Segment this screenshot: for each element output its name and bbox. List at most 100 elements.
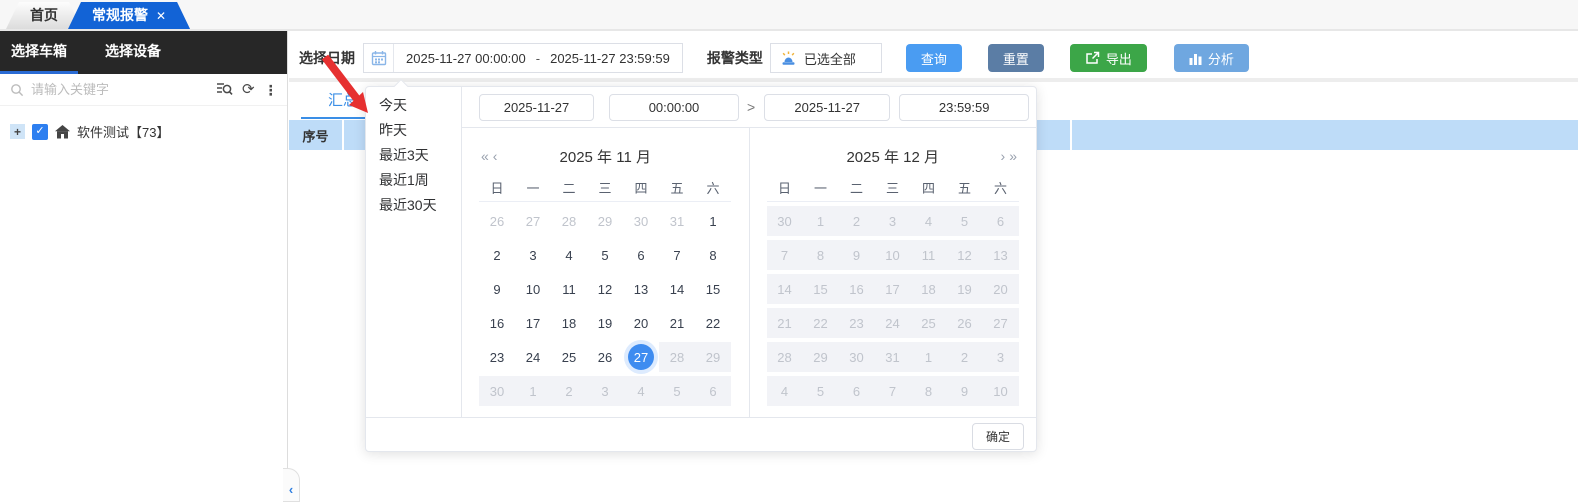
tree-node[interactable]: + ✓ 软件测试【73】 xyxy=(10,122,287,141)
analyze-button[interactable]: 分析 xyxy=(1174,44,1249,72)
end-date-input[interactable] xyxy=(764,94,890,121)
day-cell[interactable]: 26 xyxy=(587,340,623,374)
day-cell[interactable]: 27 xyxy=(623,340,659,374)
day-cell: 6 xyxy=(695,374,731,408)
day-cell: 9 xyxy=(839,238,875,272)
reset-button[interactable]: 重置 xyxy=(988,44,1044,72)
quick-option[interactable]: 昨天 xyxy=(366,118,461,143)
column-header-index: 序号 xyxy=(289,120,342,150)
day-cell[interactable]: 21 xyxy=(659,306,695,340)
day-cell[interactable]: 20 xyxy=(623,306,659,340)
tree-node-label: 软件测试【73】 xyxy=(77,122,169,141)
day-cell: 15 xyxy=(803,272,839,306)
day-cell[interactable]: 2 xyxy=(479,238,515,272)
quick-option[interactable]: 今天 xyxy=(366,93,461,118)
bar-chart-icon xyxy=(1189,52,1202,65)
day-cell: 29 xyxy=(803,340,839,374)
search-input[interactable] xyxy=(31,82,207,97)
weekday-label: 四 xyxy=(911,173,947,201)
weekday-label: 六 xyxy=(983,173,1019,201)
day-cell[interactable]: 16 xyxy=(479,306,515,340)
day-cell: 30 xyxy=(839,340,875,374)
tab-regular-alarm[interactable]: 常规报警 ✕ xyxy=(68,2,190,29)
day-cell: 1 xyxy=(515,374,551,408)
weekday-label: 四 xyxy=(623,173,659,201)
day-cell: 8 xyxy=(803,238,839,272)
tree-checkbox[interactable]: ✓ xyxy=(32,124,48,140)
sidebar-collapse-handle[interactable]: ‹ xyxy=(283,468,300,502)
day-cell[interactable]: 23 xyxy=(479,340,515,374)
day-cell[interactable]: 10 xyxy=(515,272,551,306)
day-cell: 25 xyxy=(911,306,947,340)
day-cell[interactable]: 19 xyxy=(587,306,623,340)
day-cell[interactable]: 6 xyxy=(623,238,659,272)
calendar-nav-next: › » xyxy=(1001,141,1017,171)
day-cell: 22 xyxy=(803,306,839,340)
prev-year-icon[interactable]: « xyxy=(481,148,489,164)
next-year-icon[interactable]: » xyxy=(1009,148,1017,164)
day-cell[interactable]: 15 xyxy=(695,272,731,306)
export-button-label: 导出 xyxy=(1106,49,1132,68)
day-cell[interactable]: 13 xyxy=(623,272,659,306)
day-cell[interactable]: 31 xyxy=(659,204,695,238)
advanced-search-icon[interactable] xyxy=(216,81,233,99)
next-month-icon[interactable]: › xyxy=(1001,148,1006,164)
datepicker-inputs: > xyxy=(462,87,1036,128)
day-cell[interactable]: 1 xyxy=(695,204,731,238)
day-cell[interactable]: 26 xyxy=(479,204,515,238)
start-date-input[interactable] xyxy=(479,94,594,121)
day-cell[interactable]: 5 xyxy=(587,238,623,272)
day-cell: 13 xyxy=(983,238,1019,272)
day-cell[interactable]: 18 xyxy=(551,306,587,340)
day-cell: 16 xyxy=(839,272,875,306)
day-cell[interactable]: 14 xyxy=(659,272,695,306)
alarm-type-label: 报警类型 xyxy=(707,48,763,68)
close-icon[interactable]: ✕ xyxy=(156,10,166,22)
tree-expand-icon[interactable]: + xyxy=(10,124,25,139)
day-cell: 23 xyxy=(839,306,875,340)
day-cell: 7 xyxy=(875,374,911,408)
home-icon xyxy=(55,125,70,139)
prev-month-icon[interactable]: ‹ xyxy=(493,148,498,164)
day-cell[interactable]: 22 xyxy=(695,306,731,340)
refresh-icon[interactable]: ⟳ xyxy=(242,82,255,97)
day-cell[interactable]: 28 xyxy=(551,204,587,238)
export-button[interactable]: 导出 xyxy=(1070,44,1147,72)
date-range-input[interactable]: 2025-11-27 00:00:00-2025-11-27 23:59:59 xyxy=(363,43,683,73)
day-cell[interactable]: 8 xyxy=(695,238,731,272)
day-cell[interactable]: 17 xyxy=(515,306,551,340)
day-cell: 5 xyxy=(659,374,695,408)
sidebar-tab-carriage[interactable]: 选择车箱 xyxy=(0,31,78,74)
range-arrow-icon: > xyxy=(747,99,755,115)
tab-home-label: 首页 xyxy=(30,7,58,23)
day-cell[interactable]: 3 xyxy=(515,238,551,272)
day-cell: 17 xyxy=(875,272,911,306)
weekday-label: 三 xyxy=(587,173,623,201)
day-cell[interactable]: 7 xyxy=(659,238,695,272)
day-cell[interactable]: 25 xyxy=(551,340,587,374)
day-cell[interactable]: 29 xyxy=(587,204,623,238)
export-icon xyxy=(1085,51,1100,65)
day-cell: 14 xyxy=(767,272,803,306)
day-cell[interactable]: 11 xyxy=(551,272,587,306)
day-cell[interactable]: 4 xyxy=(551,238,587,272)
start-time-input[interactable] xyxy=(609,94,739,121)
window-tabbar: 首页 常规报警 ✕ xyxy=(0,0,1578,31)
day-cell[interactable]: 30 xyxy=(623,204,659,238)
quick-option[interactable]: 最近30天 xyxy=(366,193,461,218)
end-time-input[interactable] xyxy=(899,94,1029,121)
more-options-icon[interactable]: ⋮ xyxy=(264,83,278,97)
calendars: « ‹ 2025 年 11 月 日一二三四五六 2627282930311234… xyxy=(462,128,1036,417)
sidebar-tab-device[interactable]: 选择设备 xyxy=(94,31,172,74)
calendar-icon[interactable] xyxy=(364,44,394,72)
confirm-button[interactable]: 确定 xyxy=(972,423,1024,450)
day-cell[interactable]: 9 xyxy=(479,272,515,306)
alarm-type-select[interactable]: 已选全部 xyxy=(770,43,882,73)
day-cell[interactable]: 12 xyxy=(587,272,623,306)
quick-option[interactable]: 最近3天 xyxy=(366,143,461,168)
day-cell[interactable]: 27 xyxy=(515,204,551,238)
quick-option[interactable]: 最近1周 xyxy=(366,168,461,193)
month-title: 2025 年 11 月 xyxy=(560,146,651,167)
query-button[interactable]: 查询 xyxy=(906,44,962,72)
day-cell[interactable]: 24 xyxy=(515,340,551,374)
